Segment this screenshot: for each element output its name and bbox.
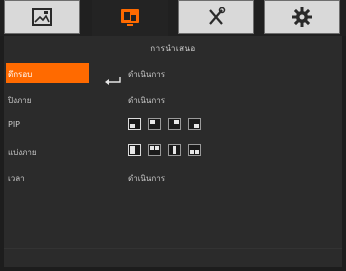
split-bottom-icon[interactable]: [188, 144, 201, 156]
output-monitor-icon: [118, 7, 142, 29]
menu-row-time[interactable]: เวลา ดำเนินการ: [4, 166, 342, 188]
tools-icon: [205, 7, 227, 27]
menu-panel: การนำเสนอ ดึกรอบ ดำเนินการ ปิงภาย ดำเนิน…: [4, 36, 342, 267]
device-menu-window: การนำเสนอ ดึกรอบ ดำเนินการ ปิงภาย ดำเนิน…: [0, 0, 346, 271]
menu-row-label: ปิงภาย: [8, 96, 32, 105]
pip-top-right-icon[interactable]: [168, 118, 181, 130]
menu-row-freeze[interactable]: ดึกรอบ ดำเนินการ: [4, 62, 342, 85]
split-left-right-icon[interactable]: [128, 144, 141, 156]
menu-row-value: ดำเนินการ: [128, 174, 165, 183]
menu-heading: การนำเสนอ: [150, 44, 196, 53]
menu-row-image[interactable]: ปิงภาย ดำเนินการ: [4, 88, 342, 110]
split-top-icon[interactable]: [148, 144, 161, 156]
menu-row-label: เวลา: [8, 174, 25, 183]
gear-icon: [291, 6, 313, 28]
image-icon: [31, 7, 53, 27]
menu-row-label: PIP: [8, 120, 21, 129]
pip-bottom-left-icon[interactable]: [128, 118, 141, 130]
pip-bottom-right-icon[interactable]: [188, 118, 201, 130]
tab-tools[interactable]: [178, 0, 254, 34]
tab-bar: [0, 0, 346, 36]
divider: [4, 248, 342, 249]
split-center-icon[interactable]: [168, 144, 181, 156]
pip-top-left-icon[interactable]: [148, 118, 161, 130]
menu-row-pip[interactable]: PIP: [4, 114, 342, 136]
menu-row-label: แบ่งภาย: [8, 148, 37, 157]
tab-output[interactable]: [92, 0, 168, 36]
enter-icon: [105, 70, 121, 89]
menu-row-label: ดึกรอบ: [8, 70, 33, 79]
tab-image[interactable]: [4, 0, 80, 34]
menu-row-value: ดำเนินการ: [128, 96, 165, 105]
menu-row-split[interactable]: แบ่งภาย: [4, 140, 342, 162]
tab-settings[interactable]: [264, 0, 340, 34]
menu-row-value: ดำเนินการ: [128, 70, 165, 79]
